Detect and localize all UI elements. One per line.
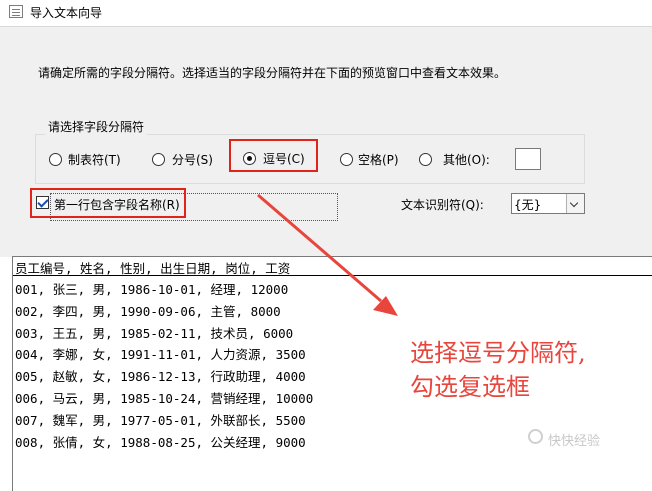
annotation-line-2: 勾选复选框 bbox=[410, 373, 530, 401]
annotation-line-1: 选择逗号分隔符, bbox=[410, 339, 586, 367]
watermark-icon bbox=[528, 429, 543, 444]
watermark-text: 快快经验 bbox=[548, 434, 601, 449]
annotation-arrow bbox=[257, 193, 398, 316]
annotation-text: 选择逗号分隔符, 勾选复选框 bbox=[410, 336, 586, 404]
